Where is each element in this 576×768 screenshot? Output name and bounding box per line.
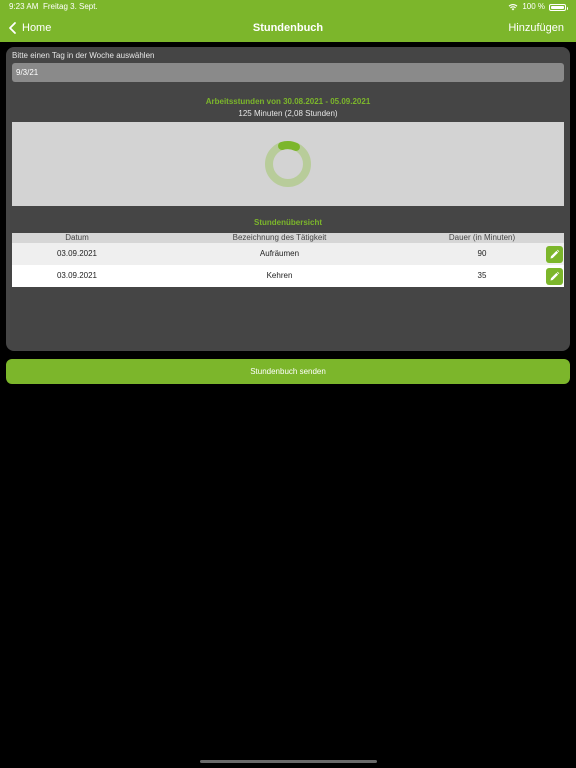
add-button[interactable]: Hinzufügen xyxy=(508,22,564,34)
battery-percent: 100 % xyxy=(522,2,545,11)
column-header-date: Datum xyxy=(65,233,89,242)
chart-area xyxy=(12,122,564,206)
day-picker-input[interactable] xyxy=(12,63,564,82)
row-date: 03.09.2021 xyxy=(56,271,98,280)
timesheet-card: Bitte einen Tag in der Woche auswählen A… xyxy=(6,47,570,351)
pencil-icon xyxy=(550,249,560,259)
page-title: Stundenbuch xyxy=(252,22,324,34)
pencil-icon xyxy=(550,271,560,281)
row-duration: 90 xyxy=(477,249,487,258)
top-bar: 9:23 AM Freitag 3. Sept. 100 % Home Stun… xyxy=(0,0,576,42)
row-duration: 35 xyxy=(477,271,487,280)
table-row: 03.09.2021 Aufräumen 90 xyxy=(12,243,564,265)
edit-button[interactable] xyxy=(546,268,563,285)
row-activity: Kehren xyxy=(266,271,293,280)
home-indicator[interactable] xyxy=(200,760,377,763)
wifi-icon xyxy=(508,4,518,11)
table-header: Datum Bezeichnung des Tätigkeit Dauer (i… xyxy=(12,233,564,243)
overview-title: Stundenübersicht xyxy=(253,218,322,227)
status-time: 9:23 AM xyxy=(9,2,39,11)
week-total: 125 Minuten (2,08 Stunden) xyxy=(238,109,338,118)
table-row: 03.09.2021 Kehren 35 xyxy=(12,265,564,287)
row-date: 03.09.2021 xyxy=(56,249,98,258)
spinner-arc xyxy=(278,141,300,151)
send-timesheet-button[interactable]: Stundenbuch senden xyxy=(6,359,570,384)
week-range: Arbeitsstunden von 30.08.2021 - 05.09.20… xyxy=(205,97,371,106)
status-right: 100 % xyxy=(508,2,568,12)
edit-button[interactable] xyxy=(546,246,563,263)
hours-table: Datum Bezeichnung des Tätigkeit Dauer (i… xyxy=(12,233,564,287)
column-header-activity: Bezeichnung des Tätigkeit xyxy=(232,233,327,242)
day-picker-label: Bitte einen Tag in der Woche auswählen xyxy=(12,51,155,60)
battery-icon xyxy=(549,3,568,11)
loading-spinner xyxy=(265,141,311,187)
status-date: Freitag 3. Sept. xyxy=(43,2,98,11)
spinner-track xyxy=(265,141,311,187)
column-header-duration: Dauer (in Minuten) xyxy=(448,233,516,242)
row-activity: Aufräumen xyxy=(259,249,300,258)
